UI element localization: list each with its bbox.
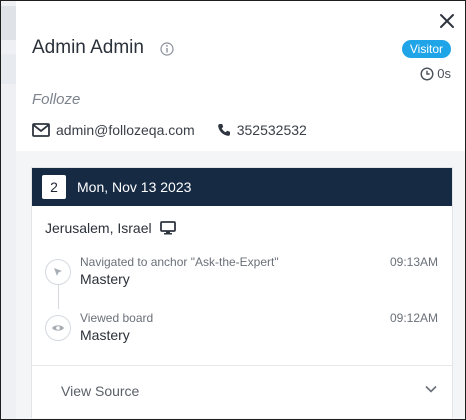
visitor-details-panel: Admin Admin Visitor 0s Folloze admin@fol…	[16, 1, 465, 419]
view-source-label: View Source	[61, 383, 140, 399]
cursor-icon	[54, 268, 62, 276]
background-page-strip	[1, 1, 16, 419]
event-description: Navigated to anchor "Ask-the-Expert"	[80, 255, 279, 269]
time-on-site: 0s	[420, 66, 451, 81]
session-date: Mon, Nov 13 2023	[77, 179, 192, 195]
phone-icon	[217, 124, 230, 136]
event-time: 09:12AM	[389, 311, 438, 325]
event-time: 09:13AM	[389, 255, 438, 269]
event-description: Viewed board	[80, 311, 154, 325]
timeline-event: Viewed board Mastery 09:12AM	[32, 302, 452, 352]
desktop-icon	[159, 221, 176, 235]
session-card: 2 Mon, Nov 13 2023 Jerusalem, Israel Nav…	[31, 167, 453, 418]
close-icon	[440, 14, 454, 28]
background-block	[1, 54, 16, 84]
email-item[interactable]: admin@follozeqa.com	[32, 122, 195, 138]
company-name: Folloze	[32, 91, 81, 108]
event-title: Mastery	[80, 327, 130, 343]
visitor-name: Admin Admin	[32, 37, 144, 58]
phone-item[interactable]: 352532532	[217, 122, 307, 138]
eye-icon	[52, 325, 64, 331]
clock-icon	[420, 66, 434, 81]
email-text: admin@follozeqa.com	[56, 122, 195, 138]
info-icon[interactable]	[160, 42, 174, 56]
contact-info: admin@follozeqa.com 352532532	[32, 122, 329, 138]
background-block	[1, 6, 16, 40]
close-button[interactable]	[437, 11, 457, 31]
event-marker	[45, 259, 71, 285]
chevron-down-icon	[425, 385, 437, 393]
session-count: 2	[42, 175, 66, 199]
time-on-site-value: 0s	[437, 66, 451, 81]
visitor-badge: Visitor	[401, 40, 451, 58]
location-text: Jerusalem, Israel	[45, 220, 152, 236]
session-location: Jerusalem, Israel	[45, 220, 176, 236]
view-source-toggle[interactable]: View Source	[32, 365, 452, 416]
phone-text: 352532532	[236, 122, 307, 138]
email-icon	[32, 123, 50, 137]
visitor-panel-frame: Admin Admin Visitor 0s Folloze admin@fol…	[0, 0, 466, 420]
event-marker	[45, 315, 71, 341]
timeline-event: Navigated to anchor "Ask-the-Expert" Mas…	[32, 246, 452, 296]
event-title: Mastery	[80, 271, 130, 287]
session-header: 2 Mon, Nov 13 2023	[32, 168, 452, 206]
